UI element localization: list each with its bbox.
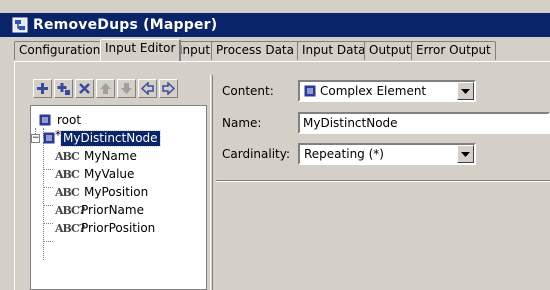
content-select[interactable]: Complex Element bbox=[298, 80, 476, 102]
content-dropdown-button[interactable] bbox=[457, 82, 474, 100]
window-title: RemoveDups (Mapper) bbox=[33, 17, 218, 33]
add-child-node-button[interactable] bbox=[54, 79, 73, 98]
element-icon bbox=[43, 132, 55, 144]
optional-string-field-icon: ABC? bbox=[55, 221, 85, 235]
chevron-down-icon bbox=[461, 151, 470, 157]
tree-line bbox=[43, 169, 53, 170]
tree-node-myposition[interactable]: ABC MyPosition bbox=[55, 184, 150, 200]
tree-toolbar bbox=[33, 79, 178, 100]
tab-configuration[interactable]: Configuration bbox=[14, 41, 106, 60]
tab-output[interactable]: Output bbox=[364, 41, 416, 60]
cardinality-label: Cardinality: bbox=[222, 147, 291, 161]
tree-pane: root − * MyDistinctNode ABC MyName ABC M… bbox=[28, 75, 208, 290]
chevron-down-icon bbox=[461, 88, 470, 94]
mapper-icon bbox=[12, 17, 28, 33]
move-left-icon bbox=[141, 82, 154, 95]
tab-input-data[interactable]: Input Data bbox=[297, 41, 371, 60]
tree-node-root[interactable]: root bbox=[39, 112, 83, 128]
tree-node-priorname[interactable]: ABC? PriorName bbox=[55, 202, 146, 218]
window-titlebar[interactable]: RemoveDups (Mapper) bbox=[0, 13, 550, 37]
tab-input-editor[interactable]: Input Editor bbox=[100, 39, 182, 61]
string-field-icon: ABC bbox=[55, 167, 80, 181]
optional-string-field-icon: ABC? bbox=[55, 203, 85, 217]
move-down-button[interactable] bbox=[117, 79, 136, 98]
move-left-button[interactable] bbox=[138, 79, 157, 98]
content-label: Content: bbox=[222, 84, 274, 98]
move-down-icon bbox=[121, 83, 132, 94]
string-field-icon: ABC bbox=[55, 185, 80, 199]
name-input[interactable]: MyDistinctNode bbox=[298, 112, 550, 134]
collapse-toggle[interactable]: − bbox=[31, 134, 40, 143]
tree-node-myname[interactable]: ABC MyName bbox=[55, 148, 139, 164]
tree-line bbox=[43, 187, 53, 188]
tree-node-label: MyDistinctNode bbox=[60, 129, 161, 147]
add-icon bbox=[37, 83, 48, 94]
tree-node-label: root bbox=[57, 112, 82, 127]
name-label: Name: bbox=[222, 116, 262, 130]
tree-line bbox=[43, 142, 44, 260]
delete-icon bbox=[79, 83, 90, 94]
tree-node-mydistinctnode[interactable]: * MyDistinctNode bbox=[43, 128, 161, 147]
move-right-button[interactable] bbox=[159, 79, 178, 98]
tree-line bbox=[43, 205, 53, 206]
move-up-button[interactable] bbox=[96, 79, 115, 98]
schema-tree[interactable]: root − * MyDistinctNode ABC MyName ABC M… bbox=[30, 105, 207, 290]
element-icon bbox=[39, 114, 51, 126]
string-field-icon: ABC bbox=[55, 149, 80, 163]
element-icon bbox=[304, 85, 316, 97]
tree-node-priorposition[interactable]: ABC? PriorPosition bbox=[55, 220, 157, 236]
form-separator bbox=[216, 180, 550, 182]
tab-error-output[interactable]: Error Output bbox=[411, 41, 496, 60]
tab-process-data[interactable]: Process Data bbox=[211, 41, 299, 60]
content-select-value: Complex Element bbox=[320, 84, 427, 98]
tree-node-myvalue[interactable]: ABC MyValue bbox=[55, 166, 136, 182]
cardinality-select[interactable]: Repeating (*) bbox=[298, 143, 476, 165]
cardinality-dropdown-button[interactable] bbox=[457, 145, 474, 163]
move-up-icon bbox=[100, 83, 111, 94]
cardinality-select-value: Repeating (*) bbox=[304, 147, 384, 161]
tree-line bbox=[43, 223, 53, 224]
pane-splitter[interactable] bbox=[210, 75, 213, 290]
move-right-icon bbox=[162, 82, 175, 95]
add-child-icon bbox=[57, 83, 70, 95]
add-node-button[interactable] bbox=[33, 79, 52, 98]
delete-node-button[interactable] bbox=[75, 79, 94, 98]
tree-line bbox=[43, 241, 53, 242]
